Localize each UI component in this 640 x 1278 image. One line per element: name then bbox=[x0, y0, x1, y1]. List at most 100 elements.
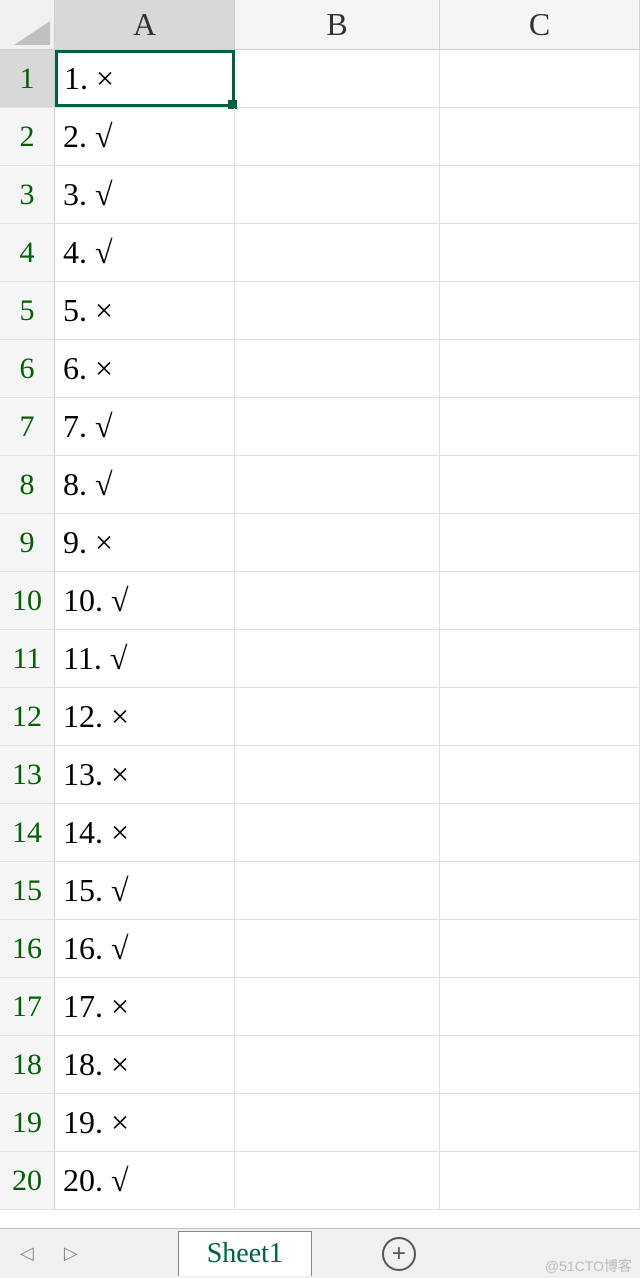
cell[interactable]: 18. × bbox=[55, 1036, 235, 1093]
cell[interactable]: 13. × bbox=[55, 746, 235, 803]
row-header[interactable]: 11 bbox=[0, 630, 55, 687]
cell[interactable] bbox=[235, 688, 440, 745]
cell[interactable] bbox=[440, 398, 640, 455]
table-row: 1717. × bbox=[0, 978, 640, 1036]
cell[interactable] bbox=[235, 572, 440, 629]
row-header[interactable]: 13 bbox=[0, 746, 55, 803]
cell[interactable] bbox=[440, 978, 640, 1035]
cell[interactable]: 8. √ bbox=[55, 456, 235, 513]
cell[interactable] bbox=[235, 282, 440, 339]
cell[interactable] bbox=[235, 1036, 440, 1093]
cell[interactable] bbox=[440, 630, 640, 687]
watermark: @51CTO博客 bbox=[545, 1256, 632, 1276]
cell[interactable]: 7. √ bbox=[55, 398, 235, 455]
row-header[interactable]: 4 bbox=[0, 224, 55, 281]
row-header[interactable]: 9 bbox=[0, 514, 55, 571]
cell[interactable] bbox=[235, 166, 440, 223]
cell[interactable] bbox=[440, 340, 640, 397]
cell[interactable] bbox=[235, 746, 440, 803]
cell[interactable]: 10. √ bbox=[55, 572, 235, 629]
prev-sheet-icon[interactable]: ◁ bbox=[20, 1243, 34, 1264]
next-sheet-icon[interactable]: ▷ bbox=[64, 1243, 78, 1264]
cell[interactable] bbox=[235, 224, 440, 281]
cell[interactable] bbox=[440, 456, 640, 513]
cell[interactable]: 1. × bbox=[55, 50, 235, 107]
cell[interactable]: 2. √ bbox=[55, 108, 235, 165]
table-row: 1515. √ bbox=[0, 862, 640, 920]
row-header[interactable]: 14 bbox=[0, 804, 55, 861]
row-header[interactable]: 12 bbox=[0, 688, 55, 745]
cell[interactable] bbox=[235, 978, 440, 1035]
row-header[interactable]: 20 bbox=[0, 1152, 55, 1209]
cell[interactable] bbox=[440, 166, 640, 223]
table-row: 44. √ bbox=[0, 224, 640, 282]
row-header[interactable]: 16 bbox=[0, 920, 55, 977]
cell[interactable] bbox=[440, 282, 640, 339]
cell[interactable] bbox=[235, 804, 440, 861]
cell[interactable] bbox=[440, 572, 640, 629]
cell[interactable]: 5. × bbox=[55, 282, 235, 339]
row-header[interactable]: 17 bbox=[0, 978, 55, 1035]
cell[interactable] bbox=[440, 804, 640, 861]
col-header-a[interactable]: A bbox=[55, 0, 235, 49]
cell[interactable] bbox=[235, 108, 440, 165]
row-header[interactable]: 8 bbox=[0, 456, 55, 513]
cell[interactable] bbox=[235, 340, 440, 397]
cell[interactable]: 3. √ bbox=[55, 166, 235, 223]
cell[interactable] bbox=[235, 862, 440, 919]
add-sheet-button[interactable]: + bbox=[382, 1237, 416, 1271]
row-header[interactable]: 6 bbox=[0, 340, 55, 397]
cell[interactable]: 19. × bbox=[55, 1094, 235, 1151]
row-header[interactable]: 3 bbox=[0, 166, 55, 223]
cell[interactable]: 15. √ bbox=[55, 862, 235, 919]
col-header-b[interactable]: B bbox=[235, 0, 440, 49]
cell[interactable] bbox=[235, 920, 440, 977]
table-row: 1010. √ bbox=[0, 572, 640, 630]
cell[interactable]: 14. × bbox=[55, 804, 235, 861]
cell[interactable] bbox=[235, 50, 440, 107]
row-header[interactable]: 5 bbox=[0, 282, 55, 339]
cell[interactable] bbox=[440, 1094, 640, 1151]
cell[interactable] bbox=[440, 746, 640, 803]
col-header-c[interactable]: C bbox=[440, 0, 640, 49]
cell[interactable]: 12. × bbox=[55, 688, 235, 745]
cell[interactable] bbox=[235, 1152, 440, 1209]
cell[interactable] bbox=[235, 456, 440, 513]
table-row: 66. × bbox=[0, 340, 640, 398]
row-header[interactable]: 2 bbox=[0, 108, 55, 165]
cell[interactable] bbox=[440, 1152, 640, 1209]
cell[interactable]: 20. √ bbox=[55, 1152, 235, 1209]
cell[interactable]: 4. √ bbox=[55, 224, 235, 281]
cell[interactable]: 11. √ bbox=[55, 630, 235, 687]
row-header[interactable]: 15 bbox=[0, 862, 55, 919]
row-header[interactable]: 7 bbox=[0, 398, 55, 455]
table-row: 11. × bbox=[0, 50, 640, 108]
cell[interactable] bbox=[440, 920, 640, 977]
row-header[interactable]: 1 bbox=[0, 50, 55, 107]
cell[interactable] bbox=[440, 514, 640, 571]
cell[interactable] bbox=[440, 50, 640, 107]
cell[interactable]: 16. √ bbox=[55, 920, 235, 977]
cell[interactable] bbox=[235, 1094, 440, 1151]
cell[interactable]: 6. × bbox=[55, 340, 235, 397]
sheet-tab[interactable]: Sheet1 bbox=[178, 1231, 312, 1276]
table-row: 1919. × bbox=[0, 1094, 640, 1152]
cell[interactable] bbox=[440, 1036, 640, 1093]
cell[interactable] bbox=[440, 862, 640, 919]
cell[interactable] bbox=[440, 224, 640, 281]
row-header[interactable]: 19 bbox=[0, 1094, 55, 1151]
select-all-corner[interactable] bbox=[0, 0, 55, 49]
table-row: 1818. × bbox=[0, 1036, 640, 1094]
table-row: 22. √ bbox=[0, 108, 640, 166]
cell[interactable] bbox=[235, 398, 440, 455]
row-header[interactable]: 18 bbox=[0, 1036, 55, 1093]
cell[interactable] bbox=[235, 630, 440, 687]
table-row: 1111. √ bbox=[0, 630, 640, 688]
table-row: 1414. × bbox=[0, 804, 640, 862]
cell[interactable] bbox=[440, 688, 640, 745]
cell[interactable]: 9. × bbox=[55, 514, 235, 571]
cell[interactable] bbox=[440, 108, 640, 165]
cell[interactable] bbox=[235, 514, 440, 571]
row-header[interactable]: 10 bbox=[0, 572, 55, 629]
cell[interactable]: 17. × bbox=[55, 978, 235, 1035]
